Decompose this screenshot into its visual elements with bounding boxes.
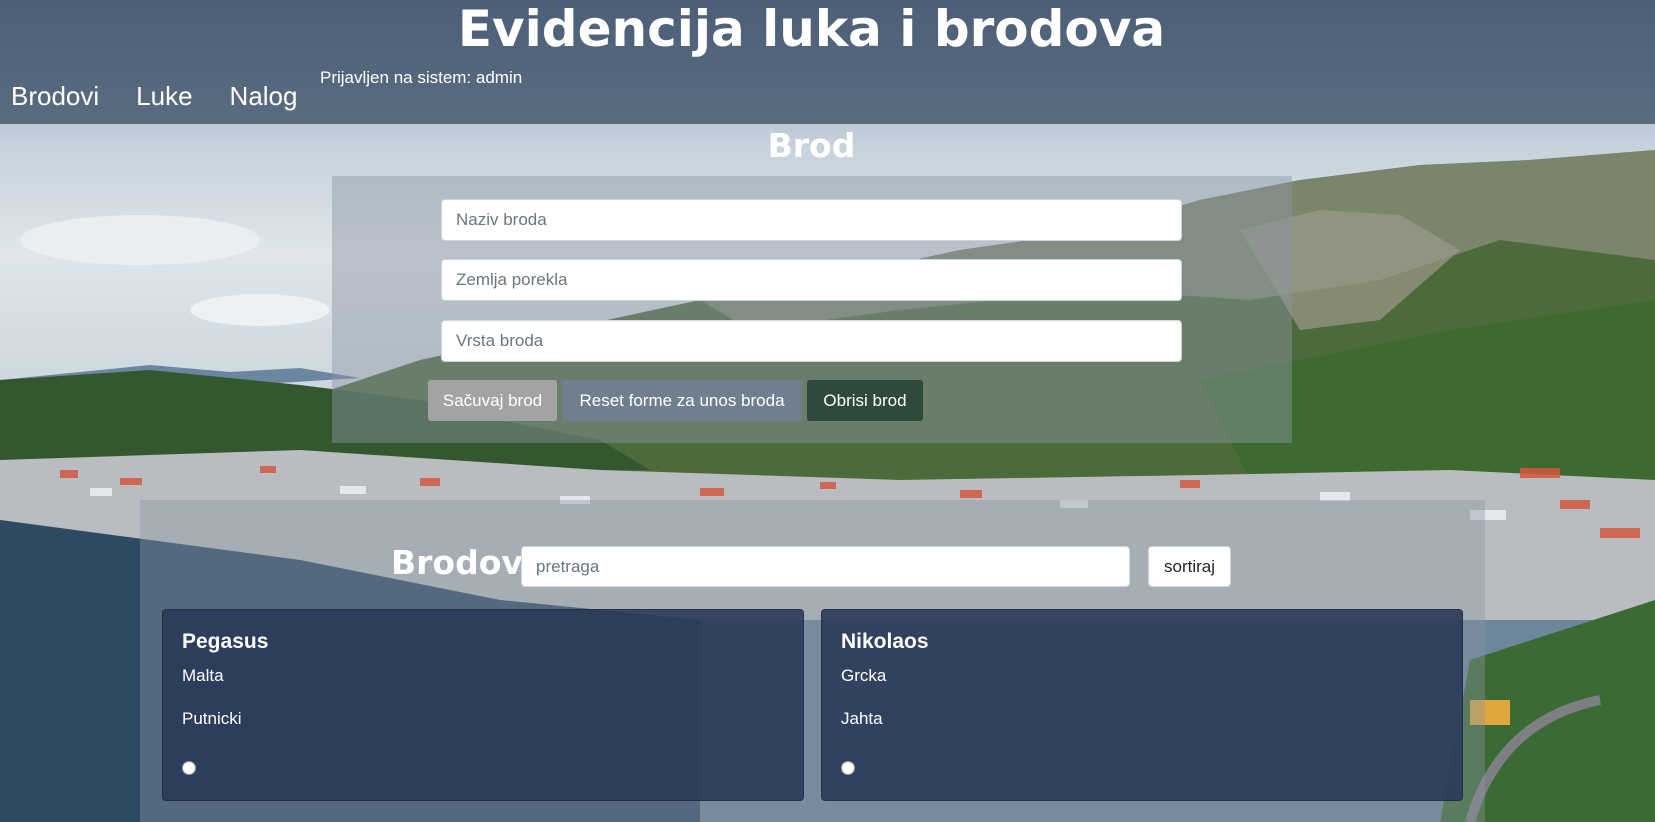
app-title: Evidencija luka i brodova: [457, 0, 1166, 58]
nav-brodovi[interactable]: Brodovi: [0, 78, 110, 114]
select-ship-radio[interactable]: [182, 761, 196, 775]
login-status: Prijavljen na sistem: admin: [320, 68, 523, 87]
ship-country-input[interactable]: [441, 259, 1182, 301]
ship-type-input[interactable]: [441, 320, 1182, 362]
delete-ship-button[interactable]: Obrisi brod: [807, 380, 923, 421]
ship-card[interactable]: Nikolaos Grcka Jahta: [821, 609, 1463, 801]
select-ship-radio[interactable]: [841, 761, 855, 775]
main-nav: Brodovi Luke Nalog: [0, 78, 323, 114]
ship-type: Jahta: [841, 709, 883, 728]
header: Evidencija luka i brodova Brodovi Luke N…: [0, 0, 1655, 124]
sort-button[interactable]: sortiraj: [1148, 546, 1231, 587]
reset-form-button[interactable]: Reset forme za unos broda: [562, 380, 802, 421]
search-input[interactable]: [521, 546, 1130, 587]
ship-country: Grcka: [841, 666, 887, 685]
ship-card[interactable]: Pegasus Malta Putnicki: [162, 609, 804, 801]
ship-type: Putnicki: [182, 709, 242, 728]
save-ship-button[interactable]: Sačuvaj brod: [428, 380, 557, 421]
ship-name-input[interactable]: [441, 199, 1182, 241]
ship-name: Pegasus: [182, 630, 269, 653]
ship-country: Malta: [182, 666, 224, 685]
ship-name: Nikolaos: [841, 630, 929, 653]
nav-luke[interactable]: Luke: [125, 78, 203, 114]
form-title: Brod: [767, 126, 856, 165]
nav-nalog[interactable]: Nalog: [219, 78, 309, 114]
ship-list-title: Brodovi: [391, 543, 535, 582]
